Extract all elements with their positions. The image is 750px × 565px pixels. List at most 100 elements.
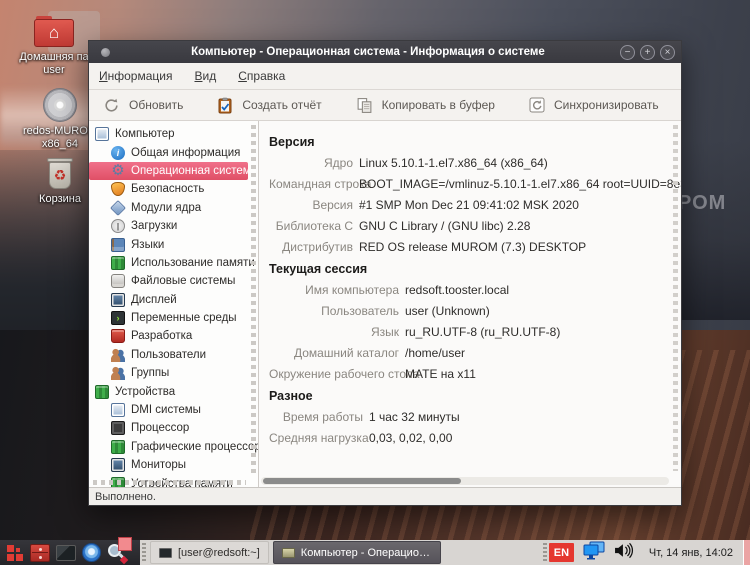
sidebar-item[interactable]: Языки [89,235,258,253]
field-label: Командная строка [269,177,353,191]
sidebar-vertical-scrollbar[interactable] [251,125,256,475]
content-horizontal-scrollbar[interactable] [261,477,669,485]
maximize-button[interactable]: + [640,45,655,60]
keyboard-layout-indicator[interactable]: EN [549,543,574,562]
field-label: Имя компьютера [269,283,399,297]
sidebar-item-label: Графические процессор [131,441,258,453]
toolbar-label: Копировать в буфер [382,98,495,112]
close-button[interactable]: × [660,45,675,60]
sidebar-horizontal-scrollbar[interactable] [93,480,246,485]
desktop-icon-label: x86_64 [23,138,97,151]
desktop-icon-label: Корзина [39,193,81,206]
sidebar-item[interactable]: DMI системы [89,401,258,419]
desktop-icon-home[interactable]: ⌂ Домашняя па user [14,16,94,77]
toolbar-label: Создать отчёт [242,98,321,112]
sidebar-item-label: Разработка [131,330,192,342]
sidebar-item[interactable]: ›Переменные среды [89,309,258,327]
field-value: MATE на x11 [405,367,667,381]
cpu-icon [111,421,125,435]
sidebar-item[interactable]: Графические процессор [89,438,258,456]
field-label: Библиотека C [269,219,353,233]
volume-icon[interactable] [614,542,635,564]
users-icon [111,366,125,380]
field-label: Пользователь [269,304,399,318]
redos-menu-button[interactable] [6,544,24,562]
browser-icon[interactable] [82,543,101,562]
task-button-terminal[interactable]: [user@redsoft:~] [150,541,269,564]
minimize-button[interactable]: − [620,45,635,60]
computer-window-icon [282,548,295,558]
info-icon: i [111,146,125,160]
sidebar-item[interactable]: Файловые системы [89,272,258,290]
content-vertical-scrollbar[interactable] [673,125,678,471]
tray-drag-handle[interactable] [543,543,547,562]
monitor-icon [111,403,125,417]
sidebar-item[interactable]: Пользователи [89,346,258,364]
clock[interactable]: Чт, 14 янв, 14:02 [643,547,739,559]
sidebar-item[interactable]: Группы [89,364,258,382]
section-title: Текущая сессия [269,262,667,276]
titlebar[interactable]: Компьютер - Операционная система - Инфор… [89,41,681,63]
sidebar-item[interactable]: Дисплей [89,291,258,309]
sync-button[interactable]: Синхронизировать [529,97,659,113]
sidebar-item[interactable]: |Загрузки [89,217,258,235]
desktop-icon-label: user [19,64,88,77]
terminal-launcher-icon[interactable] [56,545,76,561]
field-value: Linux 5.10.1-1.el7.x86_64 (x86_64) [359,156,681,170]
menu-item-2[interactable]: Справка [238,69,285,83]
create-report-button[interactable]: Создать отчёт [217,97,321,114]
sidebar-item[interactable]: Компьютер [89,125,258,143]
menu-item-0[interactable]: Информация [99,69,172,83]
sidebar-item[interactable]: Использование памяти [89,254,258,272]
sidebar-item[interactable]: ⚙ Операционная система [89,162,248,180]
menu-item-1[interactable]: Вид [194,69,216,83]
refresh-icon [103,97,120,114]
sidebar-item-label: Файловые системы [131,275,235,287]
gear-icon: ⚙ [111,164,125,178]
copy-to-clipboard-button[interactable]: Копировать в буфер [356,97,495,114]
drive-icon [111,274,125,288]
sidebar-item[interactable]: Безопасность [89,180,258,198]
sidebar-item[interactable]: Процессор [89,419,258,437]
sidebar-item[interactable]: Разработка [89,327,258,345]
terminal-window-icon [159,548,172,558]
sidebar-item-label: Использование памяти [131,257,255,269]
scrollbar-thumb[interactable] [263,478,461,484]
status-text: Выполнено. [95,491,156,503]
field-label: Дистрибутив [269,240,353,254]
refresh-button[interactable]: Обновить [103,97,183,114]
sidebar-item[interactable]: Мониторы [89,456,258,474]
field-value: BOOT_IMAGE=/vmlinuz-5.10.1-1.el7.x86_64 … [359,177,681,191]
field-label: Язык [269,325,399,339]
task-button-label: [user@redsoft:~] [178,547,260,559]
wallpaper-watermark: РОМ [678,192,726,215]
field-value: 1 час 32 минуты [369,410,667,424]
sidebar-item[interactable]: Устройства [89,382,258,400]
copy-icon [356,97,373,114]
category-tree: Компьютер iОбщая информация ⚙ Операционная … [89,121,259,487]
field-value: GNU C Library / (GNU libc) 2.28 [359,219,681,233]
file-manager-icon[interactable] [30,544,50,562]
sidebar-item-label: DMI системы [131,404,201,416]
show-desktop-button[interactable] [743,540,750,565]
screenshot-applet-icon[interactable] [118,537,132,551]
sidebar-item-label: Процессор [131,422,189,434]
sidebar-item[interactable]: Модули ядра [89,199,258,217]
monitor-icon [95,127,109,141]
task-button-system-info[interactable]: Компьютер - Операционна... [273,541,441,564]
sidebar-item-label: Операционная система [131,165,248,177]
diamond-icon [110,200,126,216]
panel-drag-handle[interactable] [142,543,146,562]
sidebar-item-label: Компьютер [115,128,175,140]
sidebar-item-label: Переменные среды [131,312,237,324]
sidebar-item-label: Загрузки [131,220,177,232]
field-label: Время работы [269,410,363,424]
system-tray: EN Чт, 14 янв, 14:02 [549,540,743,565]
toolbar: Обновить Создать отчёт Копировать в буфе… [89,90,681,121]
shield-icon [111,182,125,196]
sidebar-item-label: Пользователи [131,349,206,361]
displays-icon[interactable] [582,541,606,565]
window-menu-icon[interactable] [101,48,110,57]
sidebar-item[interactable]: iОбщая информация [89,143,258,161]
trash-icon: ♻ [47,158,73,190]
